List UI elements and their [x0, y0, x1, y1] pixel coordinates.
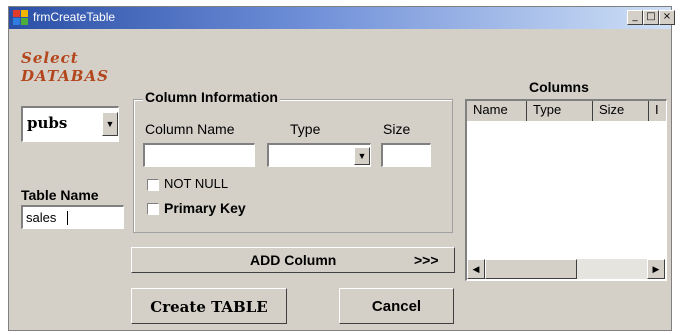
not-null-checkbox[interactable]	[147, 179, 159, 191]
select-label-line2: DATABAS	[21, 67, 109, 85]
cancel-label: Cancel	[371, 298, 422, 315]
size-label: Size	[383, 121, 411, 137]
select-label-line1: Select	[21, 49, 79, 67]
type-dropdown[interactable]: ▼	[267, 143, 371, 167]
window-title: frmCreateTable	[33, 10, 116, 24]
size-input[interactable]	[381, 143, 431, 167]
text-cursor	[67, 211, 68, 225]
table-name-label: Table Name	[21, 187, 99, 203]
database-selected-value: pubs	[27, 114, 68, 132]
add-column-button[interactable]: ADD Column >>>	[131, 247, 455, 273]
minimize-button[interactable]: _	[627, 10, 643, 25]
title-bar[interactable]: frmCreateTable _ □ ×	[9, 7, 675, 29]
maximize-button[interactable]: □	[643, 10, 659, 25]
chevron-down-icon[interactable]: ▼	[102, 112, 118, 136]
column-name-input[interactable]	[143, 143, 255, 167]
create-table-button[interactable]: Create TABLE	[131, 288, 287, 324]
column-header-name[interactable]: Name	[467, 101, 527, 121]
chevron-down-icon[interactable]: ▼	[354, 147, 370, 165]
column-name-label: Column Name	[145, 121, 235, 137]
database-dropdown[interactable]: pubs ▼	[21, 106, 119, 142]
cancel-button[interactable]: Cancel	[339, 288, 454, 324]
scroll-left-icon[interactable]: ◀	[467, 259, 485, 279]
select-database-label: Select DATABAS	[21, 49, 109, 85]
columns-listview[interactable]: Name Type Size I ◀ ▶	[465, 99, 667, 281]
close-button[interactable]: ×	[659, 10, 675, 25]
not-null-label: NOT NULL	[164, 176, 229, 191]
scroll-right-icon[interactable]: ▶	[647, 259, 665, 279]
table-name-value: sales	[26, 210, 57, 225]
table-name-input[interactable]: sales	[21, 205, 124, 229]
type-label: Type	[290, 121, 321, 137]
add-column-arrows: >>>	[414, 252, 439, 268]
column-information-legend: Column Information	[143, 89, 280, 105]
primary-key-checkbox[interactable]	[147, 203, 159, 215]
add-column-label: ADD Column	[250, 252, 337, 268]
column-header-extra[interactable]: I	[649, 101, 666, 121]
primary-key-label: Primary Key	[164, 200, 246, 216]
horizontal-scrollbar[interactable]: ◀ ▶	[467, 259, 665, 279]
scroll-thumb[interactable]	[485, 259, 577, 279]
app-icon	[13, 10, 29, 26]
column-header-type[interactable]: Type	[527, 101, 593, 121]
column-header-size[interactable]: Size	[593, 101, 649, 121]
create-table-label: Create TABLE	[150, 298, 268, 316]
columns-label: Columns	[529, 79, 589, 95]
create-table-window: frmCreateTable _ □ × Select DATABAS pubs…	[8, 6, 675, 331]
